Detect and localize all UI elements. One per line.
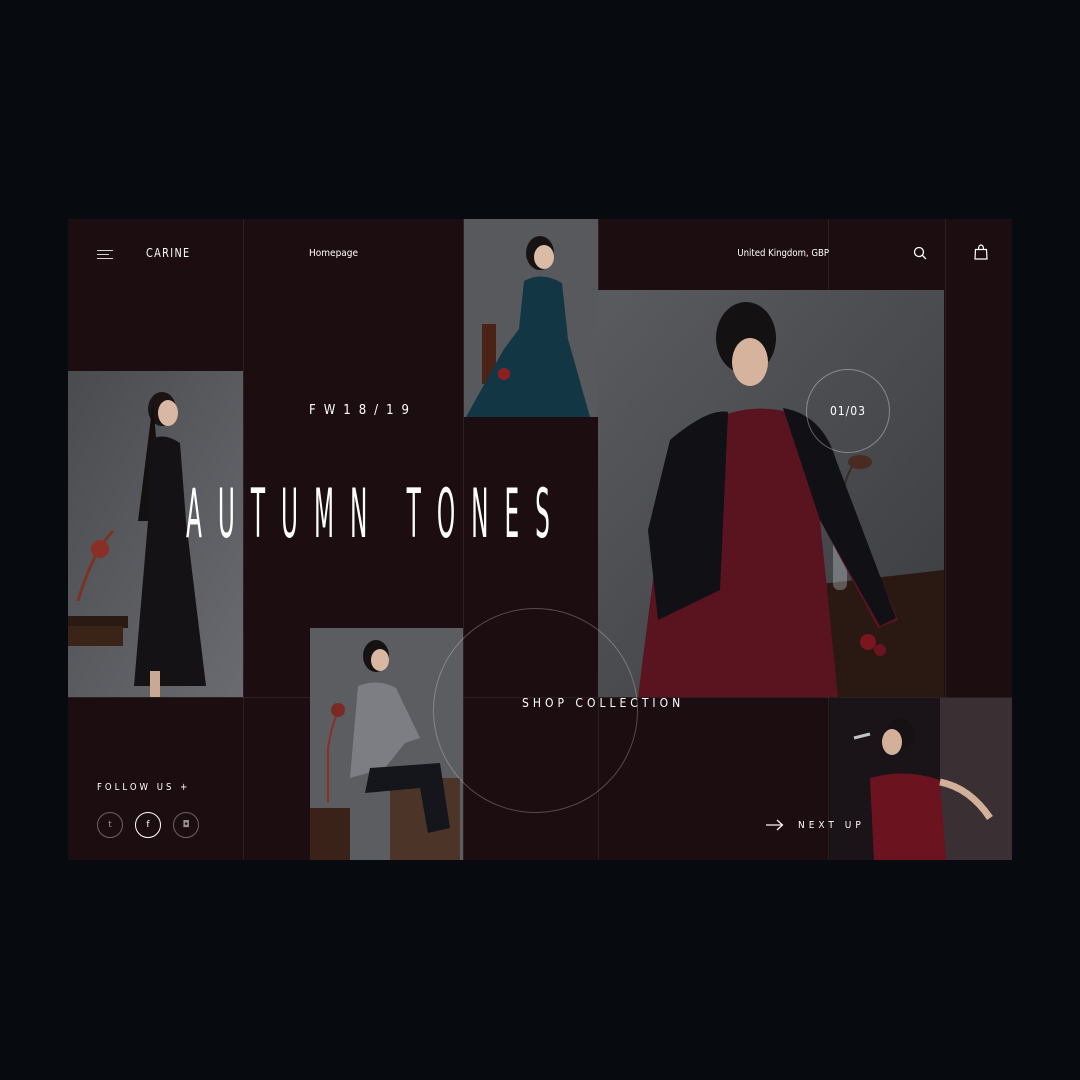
slide-counter: 01/03 (829, 404, 867, 418)
next-up-label: NEXT UP (798, 819, 865, 831)
hero-headline: AUTUMN TONES (186, 475, 566, 554)
hero-frame: CARINE Homepage United Kingdom, GBP FW18… (68, 219, 1012, 860)
shop-collection-ring[interactable] (433, 608, 638, 813)
menu-button[interactable] (97, 248, 115, 260)
instagram-icon[interactable]: ◘ (173, 812, 199, 838)
model-photo-featured[interactable] (598, 290, 944, 697)
arrow-right-icon (766, 819, 784, 831)
facebook-icon[interactable]: f (135, 812, 161, 838)
model-photo-seated[interactable] (464, 219, 598, 417)
shop-collection-button[interactable]: SHOP COLLECTION (522, 696, 684, 710)
nav-homepage-link[interactable]: Homepage (309, 248, 358, 259)
follow-us-label[interactable]: FOLLOW US + (97, 782, 190, 793)
twitter-icon[interactable]: t (97, 812, 123, 838)
model-photo-next[interactable] (830, 698, 1012, 860)
next-up-button[interactable]: NEXT UP (766, 819, 865, 831)
shopping-bag-icon[interactable] (974, 244, 988, 260)
brand-logo[interactable]: CARINE (146, 246, 191, 260)
season-label: FW18/19 (309, 403, 417, 418)
region-currency-selector[interactable]: United Kingdom, GBP (737, 248, 829, 259)
search-icon[interactable] (913, 246, 927, 260)
